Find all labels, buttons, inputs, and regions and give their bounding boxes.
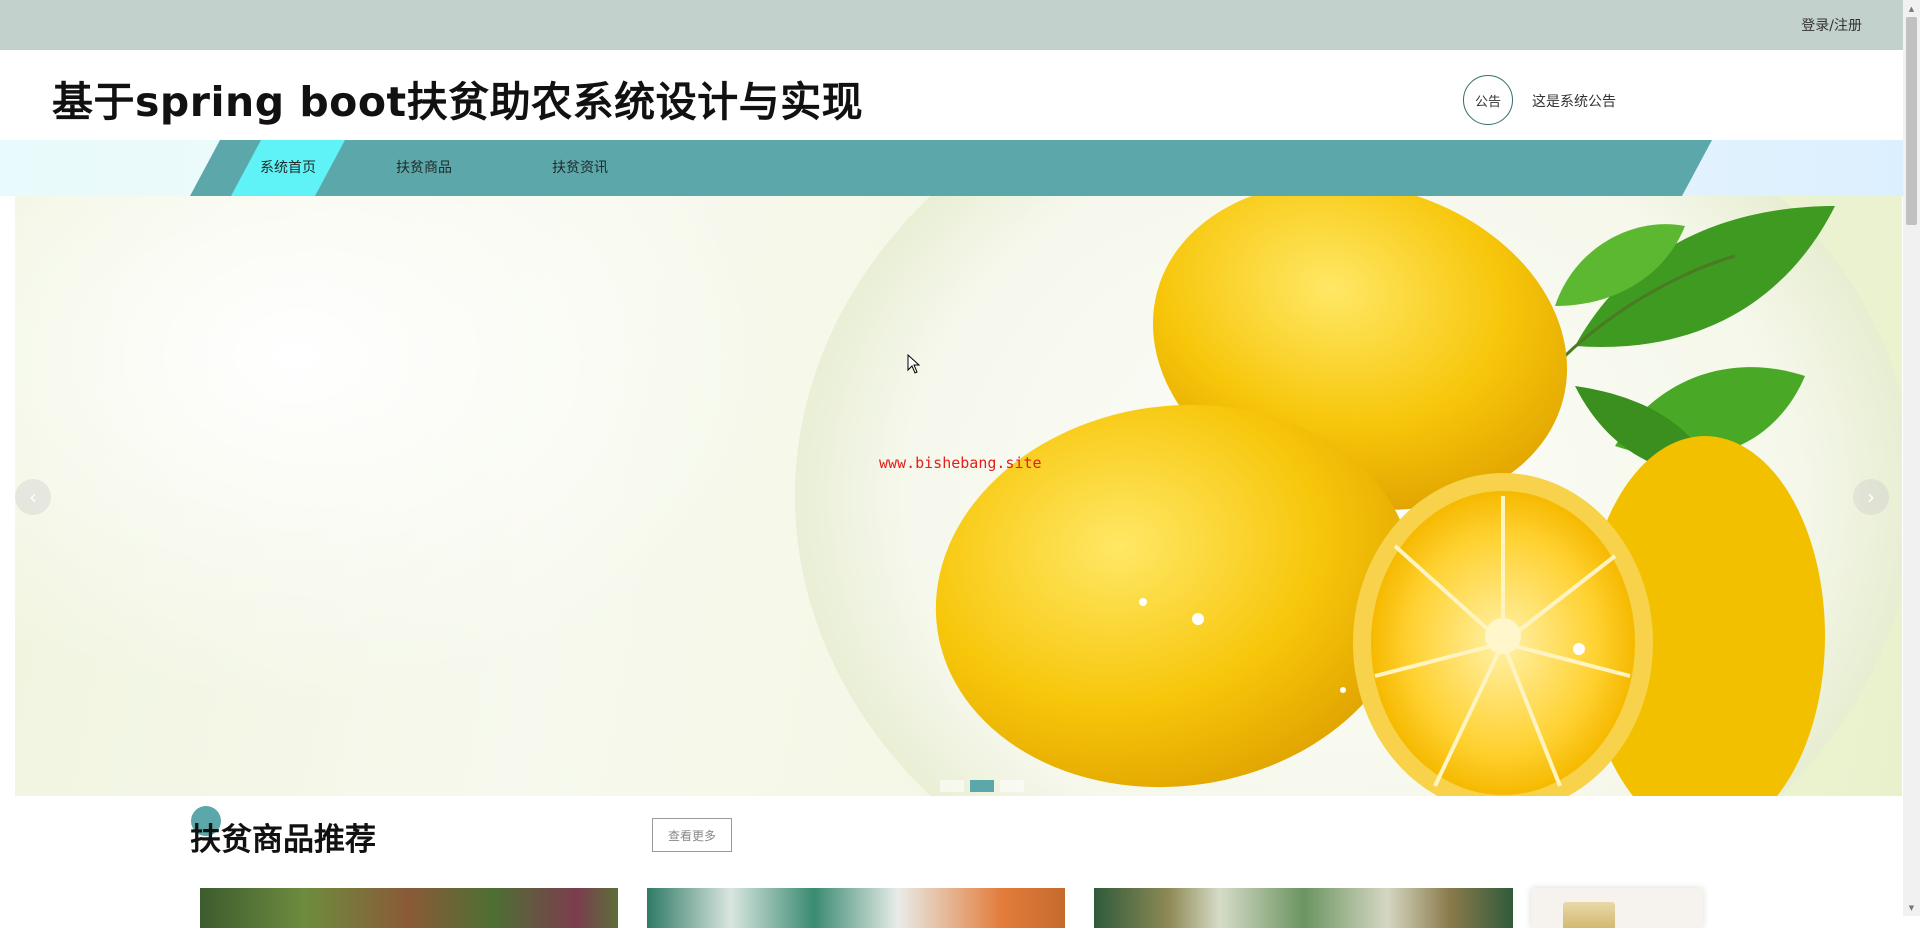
- section-title: 扶贫商品推荐: [190, 822, 376, 858]
- lemon-banner-image: [795, 196, 1902, 796]
- product-image: [1563, 902, 1615, 928]
- top-bar: 登录/注册: [0, 0, 1920, 50]
- carousel-dot[interactable]: [940, 780, 964, 792]
- carousel-indicators: [940, 780, 1024, 792]
- view-more-button[interactable]: 查看更多: [652, 818, 732, 852]
- product-card[interactable]: [200, 888, 618, 928]
- recommended-products-section: 扶贫商品推荐 查看更多: [0, 796, 1920, 928]
- site-title: 基于spring boot扶贫助农系统设计与实现: [52, 78, 864, 126]
- nav-item-home[interactable]: 系统首页: [260, 140, 316, 196]
- scroll-up-icon[interactable]: ▲: [1903, 0, 1920, 17]
- product-card[interactable]: [647, 888, 1065, 928]
- product-card[interactable]: [1531, 888, 1703, 928]
- notice-badge[interactable]: 公告: [1463, 75, 1513, 125]
- banner-carousel[interactable]: www.bishebang.site ‹ ›: [15, 196, 1902, 796]
- mouse-cursor-icon: [907, 354, 921, 374]
- scroll-thumb[interactable]: [1906, 17, 1917, 225]
- carousel-dot[interactable]: [970, 780, 994, 792]
- carousel-dot[interactable]: [1000, 780, 1024, 792]
- nav-item-news[interactable]: 扶贫资讯: [552, 140, 608, 196]
- nav-item-products[interactable]: 扶贫商品: [396, 140, 452, 196]
- page-scrollbar[interactable]: ▲ ▼: [1903, 0, 1920, 916]
- chevron-right-icon: ›: [1867, 485, 1875, 509]
- site-header: 基于spring boot扶贫助农系统设计与实现 公告 这是系统公告: [0, 50, 1920, 140]
- notice-text: 这是系统公告: [1532, 94, 1616, 110]
- watermark-text: www.bishebang.site: [879, 454, 1042, 472]
- carousel-prev-button[interactable]: ‹: [15, 479, 51, 515]
- carousel-next-button[interactable]: ›: [1853, 479, 1889, 515]
- main-nav: 系统首页 扶贫商品 扶贫资讯: [0, 140, 1920, 196]
- product-card[interactable]: [1094, 888, 1513, 928]
- login-register-link[interactable]: 登录/注册: [1801, 15, 1862, 35]
- chevron-left-icon: ‹: [29, 485, 37, 509]
- scroll-down-icon[interactable]: ▼: [1903, 899, 1920, 916]
